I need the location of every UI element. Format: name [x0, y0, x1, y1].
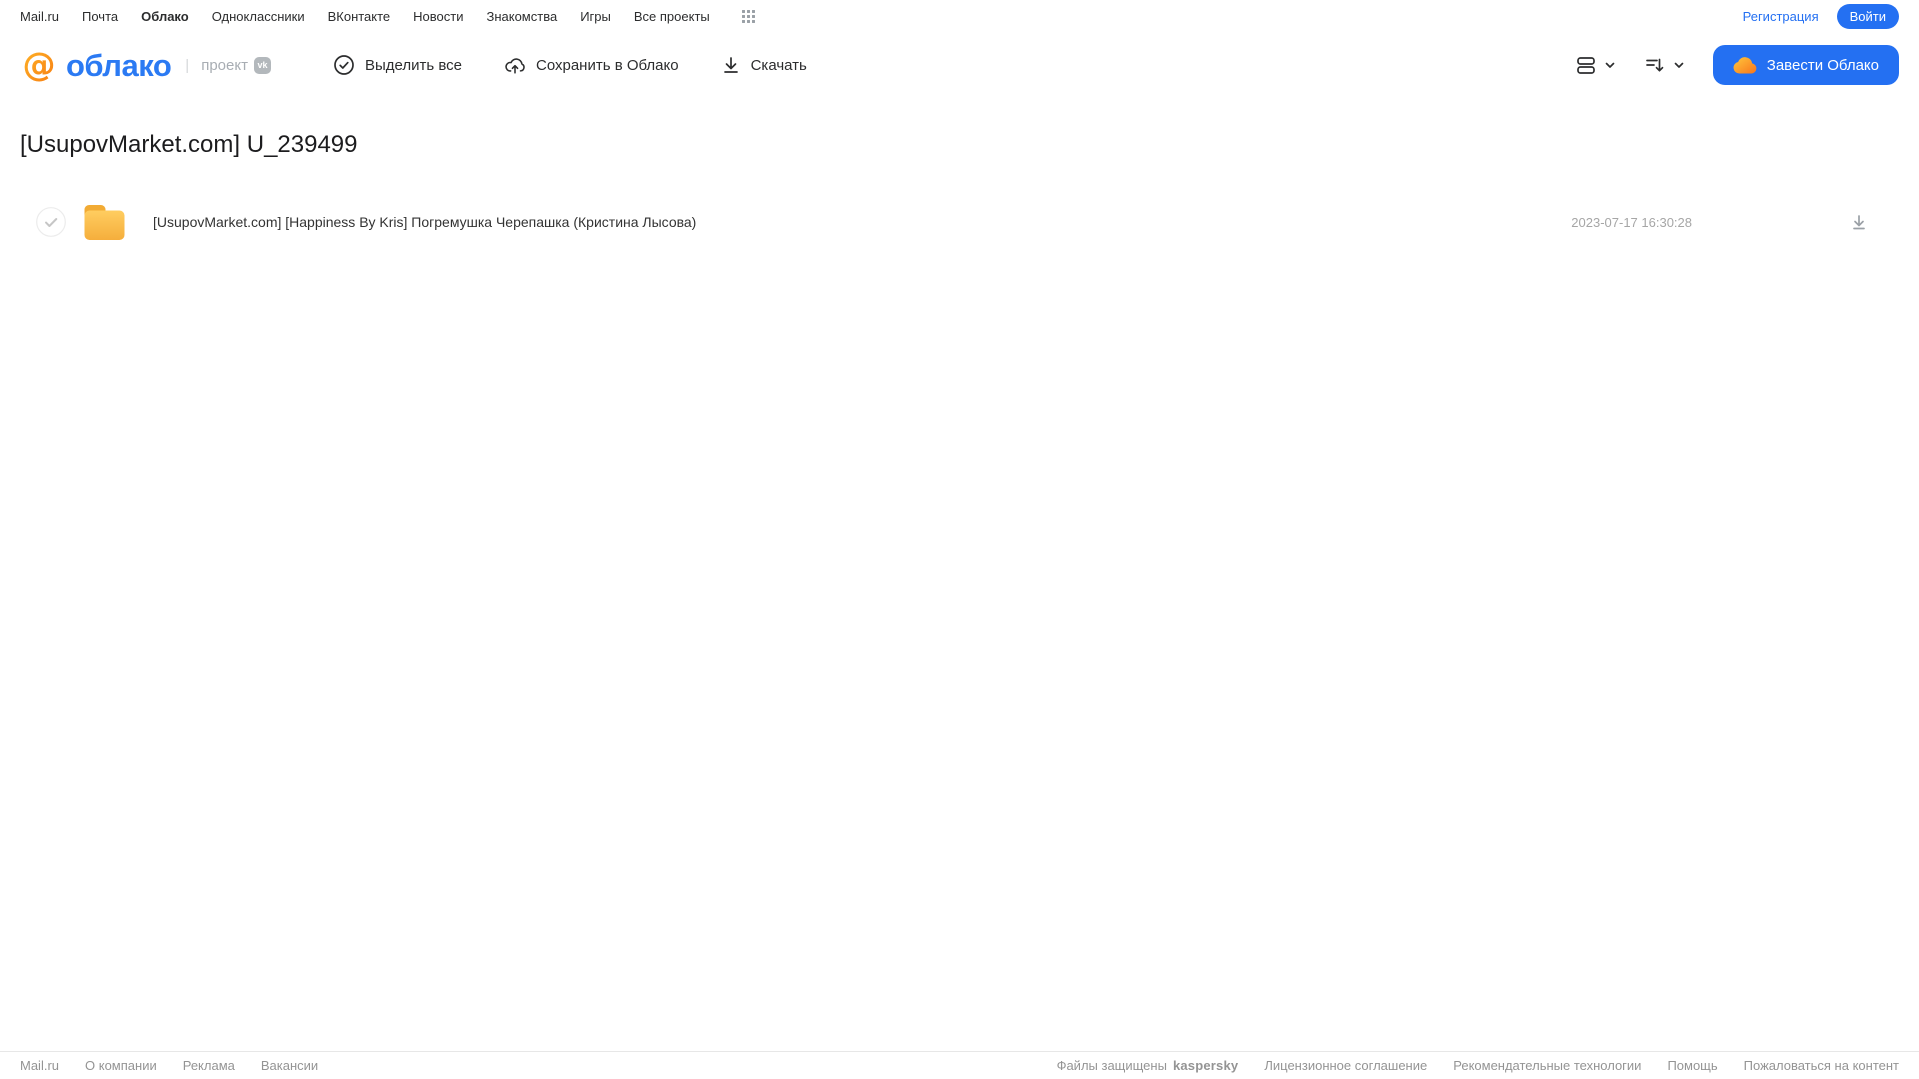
download-all-button[interactable]: Скачать [721, 55, 807, 75]
footer-link-ads[interactable]: Реклама [183, 1058, 235, 1073]
cloud-logo[interactable]: @ облако | проект vk [20, 46, 271, 84]
row-download-button[interactable] [1849, 212, 1869, 232]
download-icon [723, 57, 738, 73]
portal-link-cloud[interactable]: Облако [141, 9, 189, 24]
file-name[interactable]: [UsupovMarket.com] [Happiness By Kris] П… [153, 214, 696, 230]
at-logo-icon: @ [23, 46, 56, 84]
file-list: [UsupovMarket.com] [Happiness By Kris] П… [20, 199, 1899, 245]
project-vk-label: | проект vk [185, 56, 271, 74]
footer-link-license[interactable]: Лицензионное соглашение [1264, 1058, 1427, 1073]
download-all-label: Скачать [750, 56, 807, 74]
cloud-upload-icon [505, 58, 525, 74]
checkbox-circle-icon [36, 207, 66, 237]
apps-grid-icon[interactable] [741, 10, 755, 23]
select-all-label: Выделить все [364, 56, 462, 74]
view-toggle-icon [1576, 57, 1595, 74]
footer-link-recommendation-tech[interactable]: Рекомендательные технологии [1453, 1058, 1641, 1073]
portal-link-vkontakte[interactable]: ВКонтакте [328, 9, 391, 24]
portal-link-dating[interactable]: Знакомства [486, 9, 557, 24]
content-area: [UsupovMarket.com] U_239499 [UsupovMarke… [0, 131, 1919, 245]
create-cloud-button[interactable]: Завести Облако [1712, 45, 1899, 85]
svg-text:@: @ [23, 46, 56, 84]
footer-link-about[interactable]: О компании [85, 1058, 157, 1073]
portal-link-odnoklassniki[interactable]: Одноклассники [212, 9, 305, 24]
sort-icon [1645, 58, 1664, 72]
cloud-orange-icon [1733, 56, 1757, 74]
logo-wordmark: облако [66, 47, 172, 83]
create-cloud-label: Завести Облако [1766, 56, 1879, 74]
kaspersky-logo[interactable]: kaspersky [1173, 1058, 1238, 1073]
save-to-cloud-button[interactable]: Сохранить в Облако [504, 54, 679, 76]
file-row[interactable]: [UsupovMarket.com] [Happiness By Kris] П… [20, 199, 1899, 245]
check-circle-icon [334, 55, 354, 75]
save-to-cloud-label: Сохранить в Облако [535, 56, 679, 74]
portal-link-mailru[interactable]: Mail.ru [20, 9, 59, 24]
login-button[interactable]: Войти [1836, 4, 1899, 29]
footer-link-help[interactable]: Помощь [1667, 1058, 1717, 1073]
chevron-down-icon [1674, 62, 1684, 68]
view-mode-dropdown[interactable] [1575, 54, 1616, 76]
page-footer: Mail.ru О компании Реклама Вакансии Файл… [0, 1051, 1919, 1079]
vk-badge-icon: vk [253, 56, 271, 74]
download-icon [1853, 215, 1865, 230]
footer-link-report-content[interactable]: Пожаловаться на контент [1744, 1058, 1899, 1073]
portal-link-news[interactable]: Новости [413, 9, 463, 24]
logo-separator: | [185, 56, 190, 74]
register-link[interactable]: Регистрация [1743, 9, 1819, 24]
footer-link-mailru[interactable]: Mail.ru [20, 1058, 59, 1073]
header-right-controls: Завести Облако [1575, 45, 1899, 85]
portal-link-mail[interactable]: Почта [82, 9, 118, 24]
portal-nav: Mail.ru Почта Облако Одноклассники ВКонт… [0, 0, 1919, 33]
footer-right-links: Файлы защищены kaspersky Лицензионное со… [1057, 1058, 1899, 1073]
file-modified-date: 2023-07-17 16:30:28 [1571, 214, 1692, 230]
portal-link-all-projects[interactable]: Все проекты [634, 9, 710, 24]
select-all-button[interactable]: Выделить все [333, 54, 462, 76]
footer-link-jobs[interactable]: Вакансии [261, 1058, 318, 1073]
chevron-down-icon [1605, 62, 1615, 68]
main-header: @ облако | проект vk Выделить все Сохран… [0, 33, 1919, 97]
page-title: [UsupovMarket.com] U_239499 [20, 131, 358, 158]
kaspersky-prefix: Файлы защищены [1056, 1058, 1167, 1073]
kaspersky-protection: Файлы защищены kaspersky [1057, 1058, 1239, 1073]
auth-area: Регистрация Войти [1743, 4, 1899, 29]
portal-links: Mail.ru Почта Облако Одноклассники ВКонт… [20, 9, 755, 24]
project-label: проект [201, 56, 248, 74]
folder-icon [82, 203, 127, 242]
footer-left-links: Mail.ru О компании Реклама Вакансии [20, 1058, 318, 1073]
row-checkbox[interactable] [36, 207, 66, 237]
sort-dropdown[interactable] [1644, 54, 1685, 76]
portal-link-games[interactable]: Игры [580, 9, 611, 24]
actions-toolbar: Выделить все Сохранить в Облако Скачать [333, 54, 807, 76]
